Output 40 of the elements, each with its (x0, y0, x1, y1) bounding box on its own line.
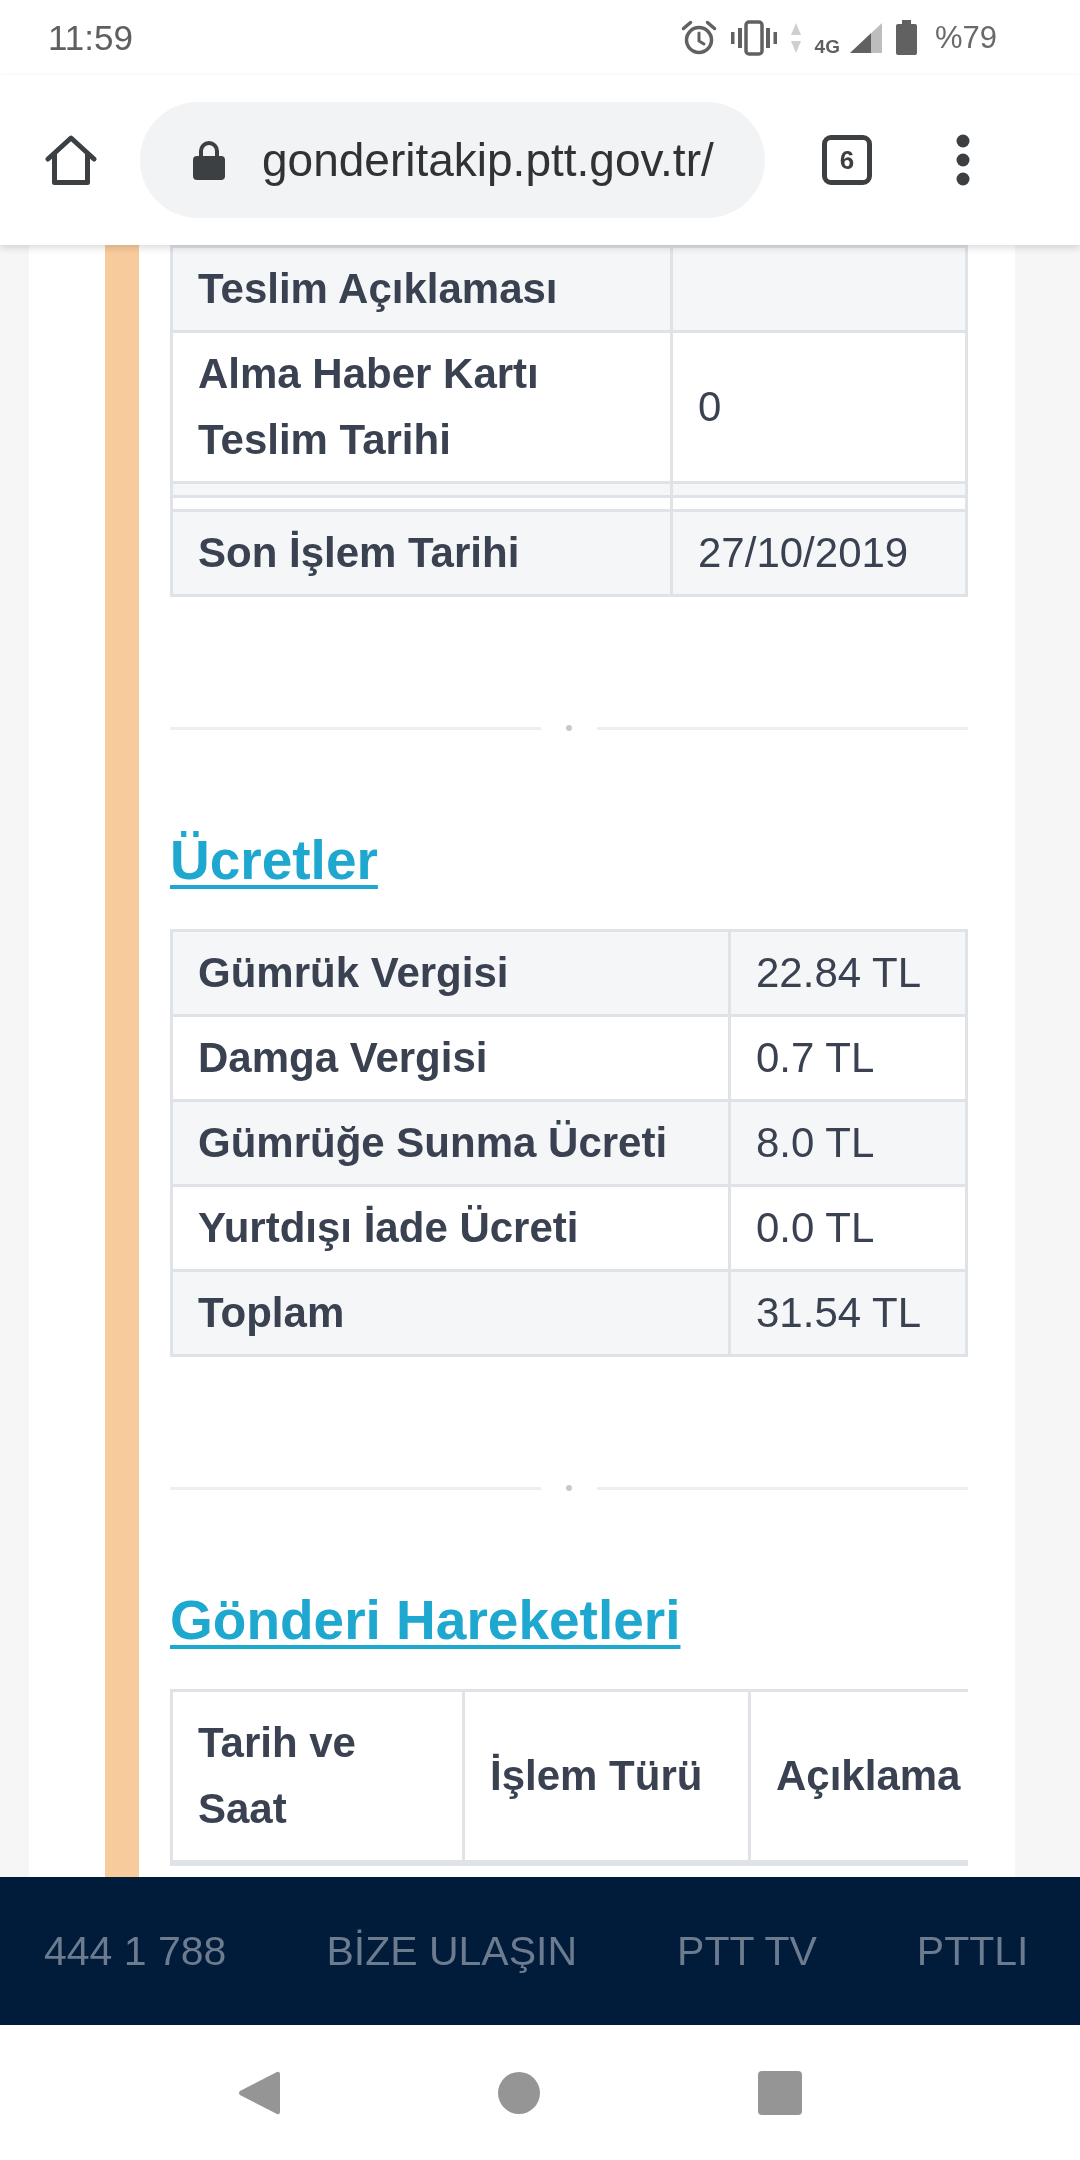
battery-icon (895, 20, 917, 55)
footer-link[interactable]: PTT TV (677, 1927, 817, 1975)
table-cell: 22.84 TL (729, 930, 967, 1016)
recent-apps-icon[interactable] (758, 2070, 802, 2115)
battery-percentage: %79 (934, 19, 997, 56)
column-header: İşlem Türü (463, 1690, 750, 1863)
home-button-icon[interactable] (498, 2071, 540, 2114)
table-cell: Yurtdışı İade Ücreti (171, 1185, 730, 1271)
section-heading-link[interactable]: Gönderi Hareketleri (170, 1587, 681, 1653)
table-cell: Son İşlem Tarihi (171, 510, 672, 596)
lock-icon (193, 140, 225, 180)
more-options-icon[interactable] (956, 134, 970, 186)
table-cell: Teslim Açıklaması (171, 246, 672, 332)
table-cell: 8.0 TL (729, 1100, 967, 1186)
table-cell: Damga Vergisi (171, 1015, 730, 1101)
table-cell: Gümrüğe Sunma Ücreti (171, 1100, 730, 1186)
table-cell: Gümrük Vergisi (171, 930, 730, 1016)
table-cell: 0 (671, 331, 967, 483)
vibrate-icon (730, 19, 777, 56)
network-type-label: 4G (814, 35, 840, 58)
tab-switcher-button[interactable]: 6 (822, 135, 872, 185)
table-cell: Alma Haber Kartı Teslim Tarihi (171, 331, 672, 483)
alarm-clock-icon (680, 19, 717, 56)
data-arrows-icon (790, 22, 801, 53)
footer-link[interactable]: PTTLI (916, 1927, 1029, 1975)
signal-icon (849, 22, 882, 53)
footer-link[interactable]: BİZE ULAŞIN (326, 1927, 578, 1975)
table-cell: 0.7 TL (729, 1015, 967, 1101)
table-cell: 31.54 TL (729, 1270, 967, 1356)
back-icon[interactable] (238, 2069, 280, 2116)
footer-link[interactable]: 444 1 788 (44, 1927, 227, 1975)
section-heading-link[interactable]: Ücretler (170, 827, 378, 893)
status-time: 11:59 (48, 17, 133, 58)
table-cell: Toplam (171, 1270, 730, 1356)
address-bar-field[interactable]: gonderitakip.ptt.gov.tr/ (140, 102, 765, 218)
home-icon[interactable] (45, 134, 97, 186)
table-cell: 0.0 TL (729, 1185, 967, 1271)
column-header: Tarih ve Saat (171, 1690, 464, 1863)
column-header: Açıklama (749, 1690, 968, 1863)
table-cell: 27/10/2019 (671, 510, 967, 596)
